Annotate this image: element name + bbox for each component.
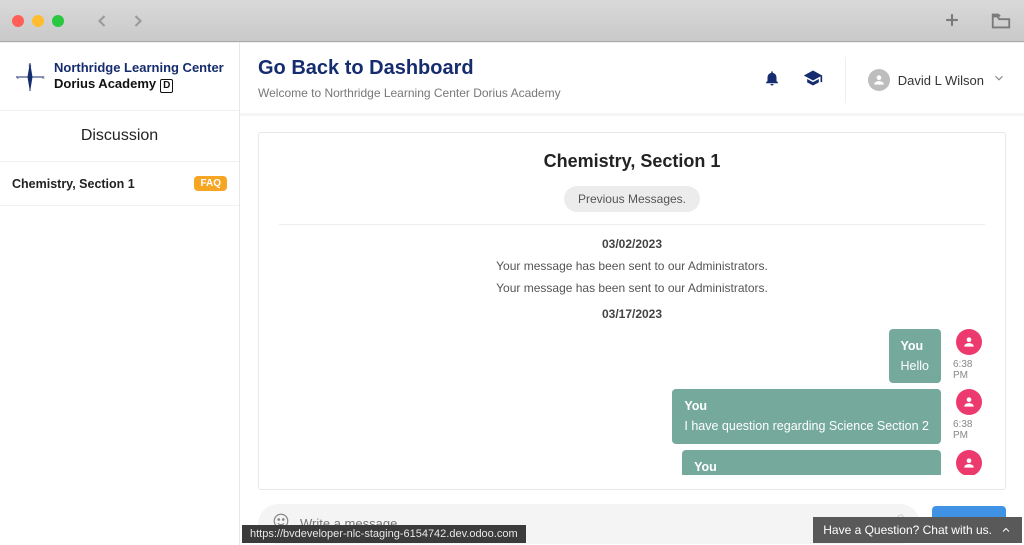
- compass-logo-icon: NCL: [14, 61, 46, 93]
- panel-title: Chemistry, Section 1: [269, 151, 995, 172]
- brand-text: Northridge Learning Center Dorius Academ…: [54, 60, 224, 93]
- message-bubble: You I have question regarding Science Se…: [672, 389, 941, 443]
- message-text: Hello: [901, 357, 930, 375]
- message-row: You Hello 6:38 PM: [279, 329, 985, 383]
- system-message: Your message has been sent to our Admini…: [279, 281, 985, 295]
- user-avatar-icon: [868, 69, 890, 91]
- forward-button[interactable]: [128, 11, 148, 31]
- graduation-cap-icon[interactable]: [803, 68, 823, 93]
- new-tab-button[interactable]: [942, 10, 962, 32]
- browser-chrome: [0, 0, 1024, 42]
- message-row: You I have question regarding Science Se…: [279, 389, 985, 443]
- date-separator: 03/17/2023: [279, 307, 985, 321]
- date-separator: 03/02/2023: [279, 237, 985, 251]
- message-time: 6:38 PM: [953, 359, 985, 381]
- support-chat-label: Have a Question? Chat with us.: [823, 523, 992, 537]
- support-chat-widget[interactable]: Have a Question? Chat with us.: [813, 517, 1022, 543]
- sidebar: NCL Northridge Learning Center Dorius Ac…: [0, 43, 240, 545]
- message-bubble: You Let me know when you can help me wit…: [682, 450, 941, 476]
- status-bar-url: https://bvdeveloper-nlc-staging-6154742.…: [242, 525, 526, 543]
- brand-line1: Northridge Learning Center: [54, 60, 224, 76]
- svg-text:N: N: [29, 63, 32, 68]
- user-name: David L Wilson: [898, 73, 984, 88]
- da-mark-icon: D: [160, 79, 173, 93]
- discussion-panel: Chemistry, Section 1 Previous Messages. …: [258, 132, 1006, 490]
- main-area: Go Back to Dashboard Welcome to Northrid…: [240, 43, 1024, 545]
- window-controls: [12, 15, 64, 27]
- message-author: You: [694, 458, 929, 476]
- back-button[interactable]: [92, 11, 112, 31]
- system-message: Your message has been sent to our Admini…: [279, 259, 985, 273]
- chevron-up-icon: [1000, 524, 1012, 536]
- sidebar-course-label: Chemistry, Section 1: [12, 177, 135, 191]
- main-header: Go Back to Dashboard Welcome to Northrid…: [240, 43, 1024, 116]
- close-window-button[interactable]: [12, 15, 24, 27]
- dashboard-link[interactable]: Go Back to Dashboard: [258, 57, 561, 80]
- message-time: 6:38 PM: [953, 419, 985, 441]
- sender-avatar-icon: [956, 450, 982, 476]
- faq-badge[interactable]: FAQ: [194, 176, 227, 191]
- brand-logo[interactable]: NCL Northridge Learning Center Dorius Ac…: [0, 43, 239, 111]
- message-author: You: [901, 337, 930, 355]
- sender-avatar-icon: [956, 329, 982, 355]
- minimize-window-button[interactable]: [32, 15, 44, 27]
- sidebar-heading: Discussion: [0, 111, 239, 162]
- user-menu[interactable]: David L Wilson: [845, 57, 1006, 103]
- svg-text:C: C: [42, 75, 45, 80]
- sender-avatar-icon: [956, 389, 982, 415]
- message-bubble: You Hello: [889, 329, 942, 383]
- maximize-window-button[interactable]: [52, 15, 64, 27]
- message-row: You Let me know when you can help me wit…: [279, 450, 985, 476]
- chevron-down-icon: [992, 71, 1006, 90]
- message-author: You: [684, 397, 929, 415]
- previous-messages-button[interactable]: Previous Messages.: [564, 186, 700, 212]
- sidebar-course-item[interactable]: Chemistry, Section 1 FAQ: [0, 162, 239, 206]
- message-text: I have question regarding Science Sectio…: [684, 417, 929, 435]
- messages-list: 03/02/2023 Your message has been sent to…: [269, 225, 995, 475]
- brand-line2: Dorius Academy: [54, 76, 156, 91]
- welcome-text: Welcome to Northridge Learning Center Do…: [258, 86, 561, 100]
- folder-icon[interactable]: [990, 10, 1012, 32]
- notifications-bell-icon[interactable]: [763, 69, 781, 92]
